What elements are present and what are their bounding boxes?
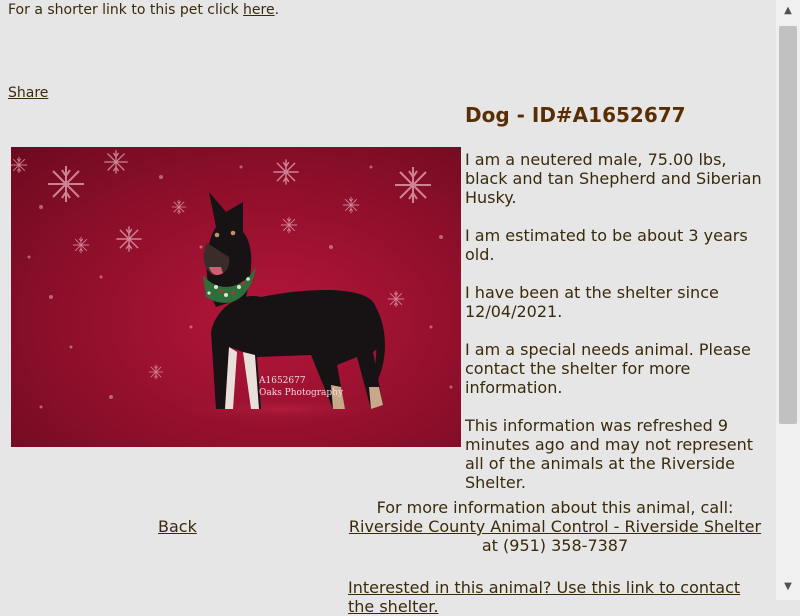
back-link[interactable]: Back — [158, 517, 197, 536]
scroll-up-arrow-icon[interactable]: ▲ — [776, 2, 800, 20]
pet-photo: A1652677 Oaks Photography — [11, 147, 461, 447]
pet-intake-date: I have been at the shelter since 12/04/2… — [465, 283, 719, 321]
scroll-down-arrow-icon[interactable]: ▼ — [776, 578, 800, 596]
short-link-here[interactable]: here — [243, 2, 275, 18]
phone-prefix: at — [481, 536, 504, 555]
shelter-phone: (951) 358-7387 — [503, 536, 629, 555]
pet-title: Dog - ID#A1652677 — [465, 103, 686, 127]
short-link-notice: For a shorter link to this pet click her… — [8, 1, 279, 19]
short-link-suffix: . — [274, 2, 280, 18]
photo-watermark-id: A1652677 — [259, 376, 306, 386]
pet-age: I am estimated to be about 3 years old. — [465, 226, 748, 264]
short-link-prefix: For a shorter link to this pet click — [8, 2, 244, 18]
pet-info: I am a neutered male, 75.00 lbs, black a… — [465, 150, 770, 511]
photo-watermark-studio: Oaks Photography — [259, 388, 344, 398]
shelter-link[interactable]: Riverside County Animal Control - Rivers… — [349, 517, 761, 536]
contact-intro: For more information about this animal, … — [376, 498, 734, 517]
contact-info: For more information about this animal, … — [340, 498, 770, 555]
contact-shelter-link[interactable]: Interested in this animal? Use this link… — [348, 578, 768, 616]
pet-special-needs: I am a special needs animal. Please cont… — [465, 340, 751, 397]
pet-description: I am a neutered male, 75.00 lbs, black a… — [465, 150, 762, 207]
pet-refresh-note: This information was refreshed 9 minutes… — [465, 416, 753, 492]
pet-photo-illustration — [11, 149, 453, 423]
scrollbar-thumb[interactable] — [779, 26, 797, 424]
vertical-scrollbar[interactable]: ▲ ▼ — [776, 0, 800, 600]
contact-details: Riverside County Animal Control - Rivers… — [340, 517, 770, 555]
share-link[interactable]: Share — [8, 84, 48, 102]
